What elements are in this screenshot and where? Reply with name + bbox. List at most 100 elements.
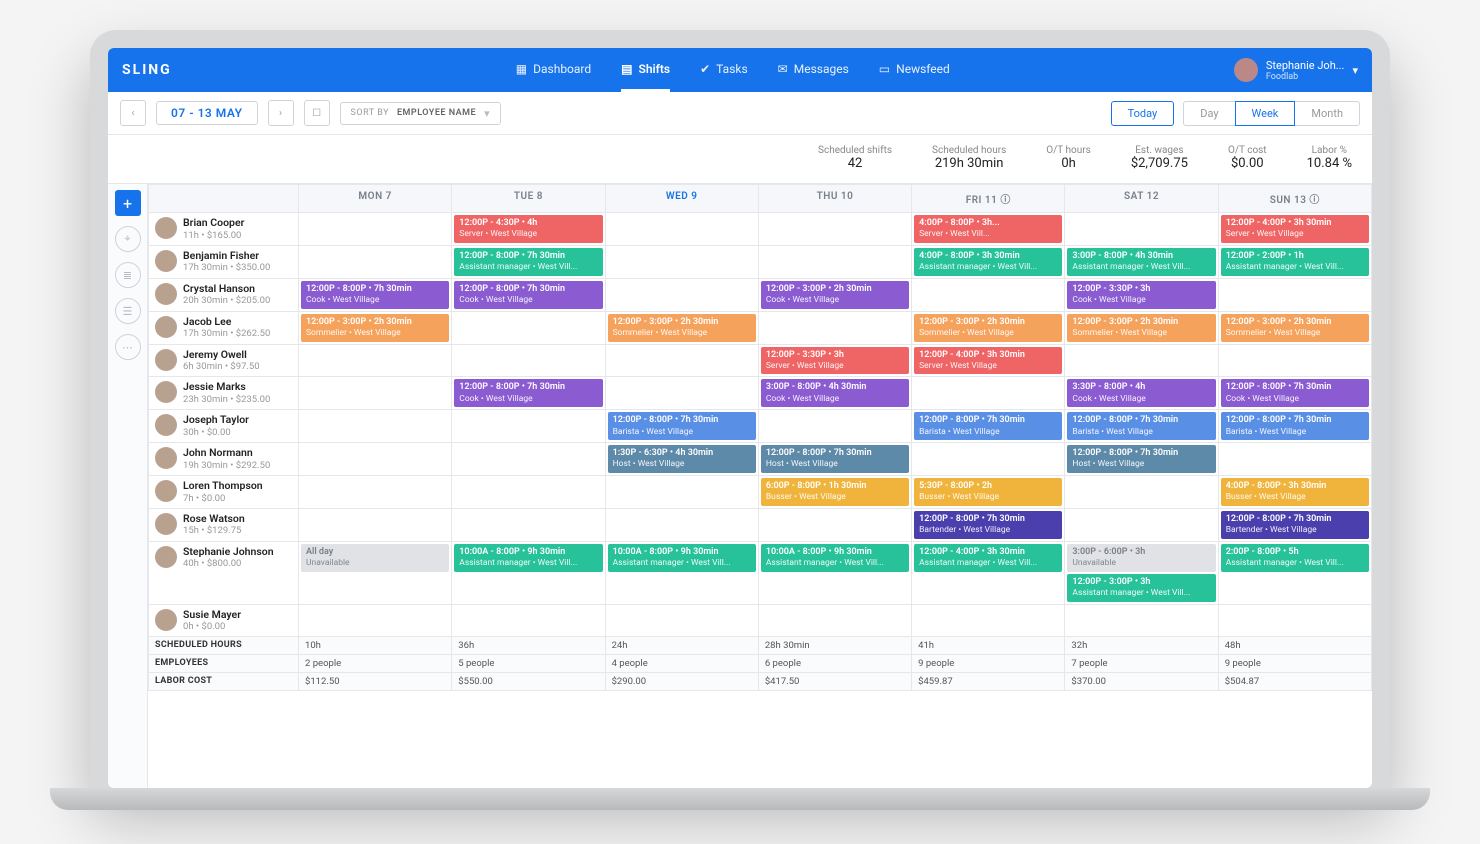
- day-cell[interactable]: 12:00P - 4:00P • 3h 30minAssistant manag…: [912, 541, 1065, 604]
- day-cell[interactable]: [912, 604, 1065, 637]
- day-cell[interactable]: [452, 508, 605, 541]
- day-cell[interactable]: 4:00P - 8:00P • 3h...Server • West Vill.…: [912, 213, 1065, 246]
- day-cell[interactable]: [299, 604, 452, 637]
- day-cell[interactable]: 12:00P - 3:00P • 2h 30minSommelier • Wes…: [605, 311, 758, 344]
- shift-block[interactable]: 12:00P - 4:00P • 3h 30minServer • West V…: [914, 347, 1062, 375]
- day-cell[interactable]: 3:00P - 8:00P • 4h 30minCook • West Vill…: [758, 377, 911, 410]
- day-cell[interactable]: 12:00P - 8:00P • 7h 30minHost • West Vil…: [758, 443, 911, 476]
- shift-block[interactable]: 12:00P - 3:00P • 2h 30minSommelier • Wes…: [1067, 314, 1215, 342]
- employee-cell[interactable]: Loren Thompson7h • $0.00: [149, 476, 298, 508]
- day-cell[interactable]: [605, 245, 758, 278]
- day-cell[interactable]: [452, 344, 605, 377]
- day-cell[interactable]: [605, 476, 758, 509]
- day-cell[interactable]: [299, 410, 452, 443]
- shift-block[interactable]: 10:00A - 8:00P • 9h 30minAssistant manag…: [608, 544, 756, 572]
- day-cell[interactable]: 12:00P - 8:00P • 7h 30minBarista • West …: [1065, 410, 1218, 443]
- day-cell[interactable]: 12:00P - 8:00P • 7h 30minCook • West Vil…: [452, 377, 605, 410]
- nav-newsfeed[interactable]: ▭Newsfeed: [879, 48, 950, 92]
- shift-block[interactable]: 12:00P - 8:00P • 7h 30minCook • West Vil…: [301, 281, 449, 309]
- shift-block[interactable]: 12:00P - 2:00P • 1hAssistant manager • W…: [1221, 248, 1369, 276]
- day-cell[interactable]: 3:00P - 6:00P • 3hUnavailable12:00P - 3:…: [1065, 541, 1218, 604]
- employee-cell[interactable]: Stephanie Johnson40h • $800.00: [149, 542, 298, 574]
- shift-block[interactable]: 12:00P - 8:00P • 7h 30minHost • West Vil…: [1067, 445, 1215, 473]
- day-cell[interactable]: 12:00P - 8:00P • 7h 30minCook • West Vil…: [1218, 377, 1371, 410]
- employee-cell[interactable]: Joseph Taylor30h • $0.00: [149, 410, 298, 442]
- day-cell[interactable]: 3:00P - 8:00P • 4h 30minAssistant manage…: [1065, 245, 1218, 278]
- employee-cell[interactable]: Jeremy Owell6h 30min • $97.50: [149, 345, 298, 377]
- shift-block[interactable]: 12:00P - 8:00P • 7h 30minBarista • West …: [1067, 412, 1215, 440]
- shift-block[interactable]: 12:00P - 3:30P • 3hCook • West Village: [1067, 281, 1215, 309]
- shift-block[interactable]: 2:00P - 8:00P • 5hAssistant manager • We…: [1221, 544, 1369, 572]
- day-cell[interactable]: 12:00P - 8:00P • 7h 30minAssistant manag…: [452, 245, 605, 278]
- day-cell[interactable]: [452, 476, 605, 509]
- day-cell[interactable]: [452, 410, 605, 443]
- shift-block[interactable]: 12:00P - 8:00P • 7h 30minBarista • West …: [914, 412, 1062, 440]
- day-cell[interactable]: [758, 311, 911, 344]
- shift-block[interactable]: 4:00P - 8:00P • 3h...Server • West Vill.…: [914, 215, 1062, 243]
- day-cell[interactable]: 12:00P - 8:00P • 7h 30minBarista • West …: [605, 410, 758, 443]
- prev-week-button[interactable]: ‹: [120, 100, 146, 126]
- day-cell[interactable]: [452, 604, 605, 637]
- day-cell[interactable]: 1:30P - 6:30P • 4h 30minHost • West Vill…: [605, 443, 758, 476]
- day-cell[interactable]: [299, 344, 452, 377]
- day-cell[interactable]: 12:00P - 8:00P • 7h 30minBartender • Wes…: [1218, 508, 1371, 541]
- day-cell[interactable]: 4:00P - 8:00P • 3h 30minAssistant manage…: [912, 245, 1065, 278]
- day-cell[interactable]: 12:00P - 3:30P • 3hServer • West Village: [758, 344, 911, 377]
- next-week-button[interactable]: ›: [268, 100, 294, 126]
- day-cell[interactable]: 12:00P - 8:00P • 7h 30minCook • West Vil…: [299, 278, 452, 311]
- shift-block[interactable]: 12:00P - 8:00P • 7h 30minHost • West Vil…: [761, 445, 909, 473]
- shift-block[interactable]: 1:30P - 6:30P • 4h 30minHost • West Vill…: [608, 445, 756, 473]
- shift-block[interactable]: 4:00P - 8:00P • 3h 30minBusser • West Vi…: [1221, 478, 1369, 506]
- location-icon[interactable]: ⌖: [115, 226, 141, 252]
- day-cell[interactable]: 3:30P - 8:00P • 4hCook • West Village: [1065, 377, 1218, 410]
- day-cell[interactable]: 10:00A - 8:00P • 9h 30minAssistant manag…: [758, 541, 911, 604]
- view-month-button[interactable]: Month: [1294, 101, 1360, 126]
- day-cell[interactable]: [758, 604, 911, 637]
- day-cell[interactable]: 12:00P - 3:00P • 2h 30minSommelier • Wes…: [912, 311, 1065, 344]
- day-header[interactable]: WED 9: [605, 185, 758, 213]
- day-cell[interactable]: [1065, 213, 1218, 246]
- day-cell[interactable]: [452, 443, 605, 476]
- day-cell[interactable]: 12:00P - 2:00P • 1hAssistant manager • W…: [1218, 245, 1371, 278]
- shift-block[interactable]: 12:00P - 3:00P • 3hAssistant manager • W…: [1067, 574, 1215, 602]
- day-header[interactable]: THU 10: [758, 185, 911, 213]
- day-cell[interactable]: [1065, 508, 1218, 541]
- day-cell[interactable]: [1218, 344, 1371, 377]
- day-cell[interactable]: 12:00P - 3:30P • 3hCook • West Village: [1065, 278, 1218, 311]
- day-cell[interactable]: [452, 311, 605, 344]
- day-cell[interactable]: [605, 604, 758, 637]
- day-cell[interactable]: 12:00P - 8:00P • 7h 30minBarista • West …: [912, 410, 1065, 443]
- shift-block[interactable]: 3:00P - 8:00P • 4h 30minCook • West Vill…: [761, 379, 909, 407]
- day-cell[interactable]: 10:00A - 8:00P • 9h 30minAssistant manag…: [605, 541, 758, 604]
- shift-block[interactable]: 12:00P - 3:30P • 3hServer • West Village: [761, 347, 909, 375]
- day-cell[interactable]: [758, 508, 911, 541]
- date-range[interactable]: 07 - 13 MAY: [156, 101, 258, 125]
- employee-cell[interactable]: Jacob Lee17h 30min • $262.50: [149, 312, 298, 344]
- shift-block[interactable]: 5:30P - 8:00P • 2hBusser • West Village: [914, 478, 1062, 506]
- day-cell[interactable]: [1065, 476, 1218, 509]
- shift-block[interactable]: 12:00P - 3:00P • 2h 30minSommelier • Wes…: [301, 314, 449, 342]
- employee-cell[interactable]: John Normann19h 30min • $292.50: [149, 443, 298, 475]
- day-cell[interactable]: 12:00P - 4:00P • 3h 30minServer • West V…: [1218, 213, 1371, 246]
- day-cell[interactable]: [1065, 344, 1218, 377]
- shift-block[interactable]: 12:00P - 4:00P • 3h 30minServer • West V…: [1221, 215, 1369, 243]
- shift-block[interactable]: 12:00P - 4:30P • 4hServer • West Village: [454, 215, 602, 243]
- nav-tasks[interactable]: ✔Tasks: [700, 48, 748, 92]
- day-cell[interactable]: [605, 213, 758, 246]
- day-cell[interactable]: [605, 278, 758, 311]
- shift-block[interactable]: 3:30P - 8:00P • 4hCook • West Village: [1067, 379, 1215, 407]
- day-cell[interactable]: [1065, 604, 1218, 637]
- day-cell[interactable]: 12:00P - 4:30P • 4hServer • West Village: [452, 213, 605, 246]
- day-cell[interactable]: 12:00P - 3:00P • 2h 30minCook • West Vil…: [758, 278, 911, 311]
- shift-block[interactable]: 12:00P - 8:00P • 7h 30minAssistant manag…: [454, 248, 602, 276]
- checkbox-toggle[interactable]: ☐: [304, 100, 330, 126]
- day-cell[interactable]: [912, 278, 1065, 311]
- add-shift-button[interactable]: +: [115, 190, 141, 216]
- employee-cell[interactable]: Jessie Marks23h 30min • $235.00: [149, 377, 298, 409]
- user-menu[interactable]: Stephanie Joh... Foodlab ▾: [1234, 58, 1358, 82]
- day-header[interactable]: SAT 12: [1065, 185, 1218, 213]
- day-cell[interactable]: 12:00P - 4:00P • 3h 30minServer • West V…: [912, 344, 1065, 377]
- day-cell[interactable]: [758, 213, 911, 246]
- day-cell[interactable]: [912, 443, 1065, 476]
- day-cell[interactable]: [1218, 443, 1371, 476]
